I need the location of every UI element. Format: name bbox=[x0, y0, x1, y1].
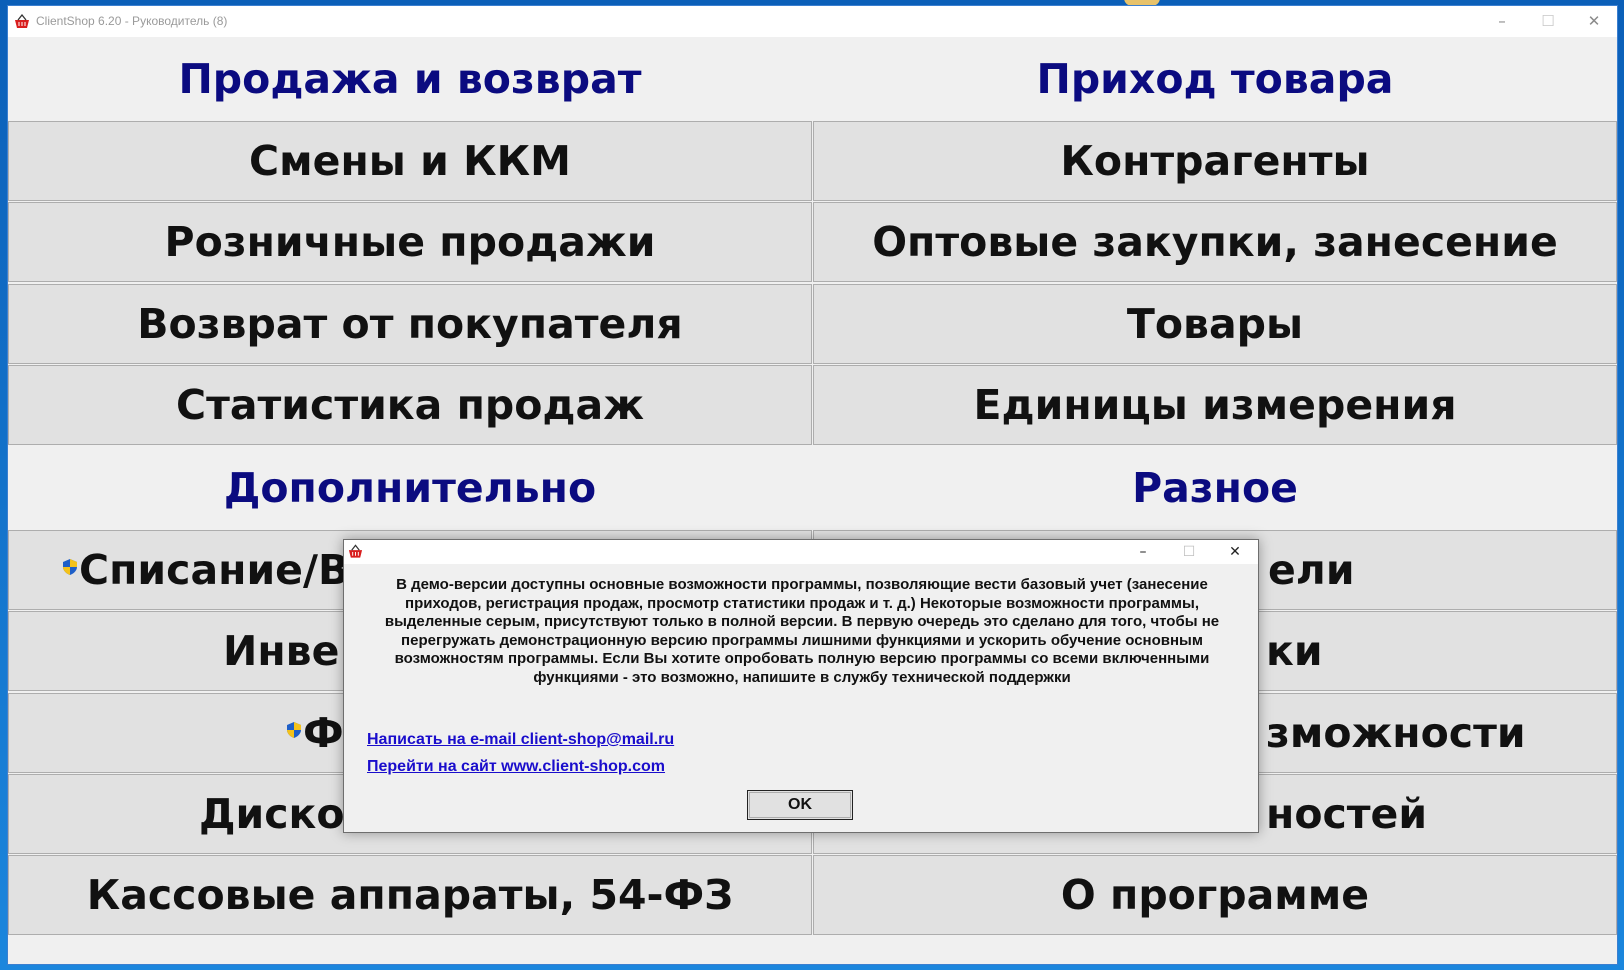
about-button[interactable]: О программе bbox=[813, 855, 1617, 935]
counterparties-button[interactable]: Контрагенты bbox=[813, 121, 1617, 201]
section-header-misc: Разное bbox=[1132, 464, 1298, 512]
dialog-minimize-button[interactable]: – bbox=[1120, 540, 1166, 564]
goods-button[interactable]: Товары bbox=[813, 284, 1617, 364]
uac-shield-icon bbox=[287, 722, 301, 738]
ok-button[interactable]: OK bbox=[747, 790, 853, 820]
section-header-receipt: Приход товара bbox=[1036, 55, 1394, 103]
write-off-label: Списание/Во bbox=[79, 546, 378, 594]
close-button[interactable]: ✕ bbox=[1571, 6, 1617, 37]
website-link[interactable]: Перейти на сайт www.client-shop.com bbox=[367, 758, 665, 776]
demo-info-dialog: – ☐ ✕ В демо-версии доступны основные во… bbox=[343, 539, 1259, 833]
dialog-maximize-button[interactable]: ☐ bbox=[1166, 540, 1212, 564]
section-header-additional: Дополнительно bbox=[223, 464, 597, 512]
minimize-button[interactable]: – bbox=[1479, 6, 1525, 37]
cash-registers-button[interactable]: Кассовые аппараты, 54-ФЗ bbox=[8, 855, 812, 935]
f-label: Ф bbox=[303, 709, 344, 757]
section-header-sales: Продажа и возврат bbox=[178, 55, 642, 103]
retail-sales-button[interactable]: Розничные продажи bbox=[8, 202, 812, 282]
email-link[interactable]: Написать на e-mail client-shop@mail.ru bbox=[367, 731, 674, 749]
customer-return-button[interactable]: Возврат от покупателя bbox=[8, 284, 812, 364]
wholesale-purchases-button[interactable]: Оптовые закупки, занесение bbox=[813, 202, 1617, 282]
basket-icon bbox=[348, 544, 363, 558]
shifts-kkm-button[interactable]: Смены и ККМ bbox=[8, 121, 812, 201]
dialog-titlebar[interactable]: – ☐ ✕ bbox=[344, 540, 1258, 564]
units-button[interactable]: Единицы измерения bbox=[813, 365, 1617, 445]
dialog-message: В демо-версии доступны основные возможно… bbox=[384, 576, 1220, 686]
uac-shield-icon bbox=[63, 559, 77, 575]
maximize-button[interactable]: ☐ bbox=[1525, 6, 1571, 37]
dialog-close-button[interactable]: ✕ bbox=[1212, 540, 1258, 564]
basket-icon bbox=[15, 14, 29, 28]
window-title: ClientShop 6.20 - Руководитель (8) bbox=[36, 14, 228, 28]
window-titlebar[interactable]: ClientShop 6.20 - Руководитель (8) – ☐ ✕ bbox=[8, 6, 1617, 37]
sales-statistics-button[interactable]: Статистика продаж bbox=[8, 365, 812, 445]
